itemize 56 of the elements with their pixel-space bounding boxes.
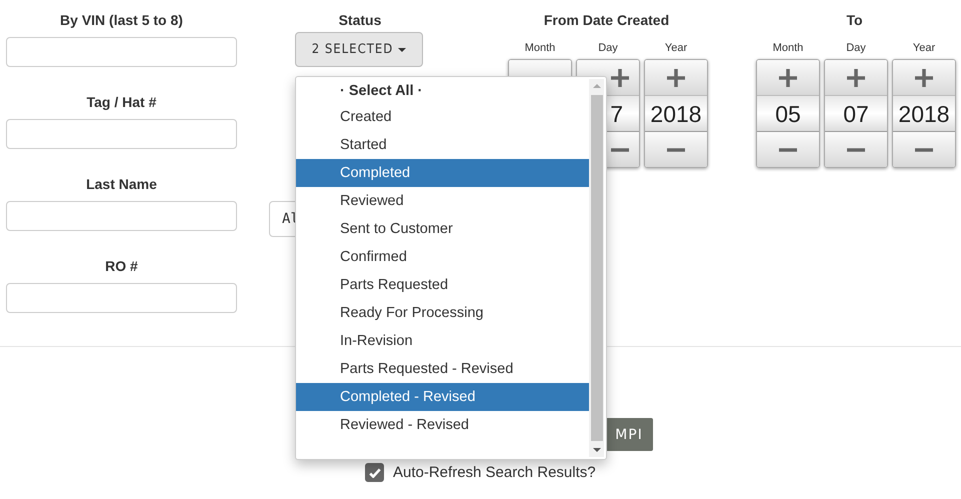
spinner-value: 07: [843, 100, 869, 126]
date-spinner[interactable]: 07: [824, 59, 888, 168]
field-label: Status: [338, 11, 382, 29]
date-spinner[interactable]: 2018: [644, 59, 708, 168]
spinner-value: 2018: [898, 100, 950, 126]
input-field[interactable]: [6, 283, 237, 313]
checkbox-label: Auto-Refresh Search Results?: [393, 464, 596, 481]
dropdown-option[interactable]: In-Revision: [296, 327, 589, 355]
spinner-label: Month: [772, 41, 804, 55]
spinner-value: 7: [610, 100, 623, 126]
status-dropdown-button[interactable]: 2 SELECTED: [295, 32, 423, 67]
plus-icon: [611, 68, 629, 86]
mpi-button[interactable]: MPI: [605, 418, 653, 451]
input-field[interactable]: [6, 201, 237, 231]
dropdown-option[interactable]: Parts Requested - Revised: [296, 355, 589, 383]
plus-icon: [915, 68, 933, 86]
caret-icon: [398, 48, 406, 52]
minus-icon: [847, 148, 865, 152]
scroll-down-icon[interactable]: [592, 448, 600, 452]
date-spinner[interactable]: 05: [756, 59, 820, 168]
minus-icon: [915, 148, 933, 152]
dropdown-option[interactable]: Ready For Processing: [296, 299, 589, 327]
scrollbar[interactable]: [589, 79, 604, 457]
dropdown-option[interactable]: Completed - Revised: [296, 383, 589, 411]
dropdown-option[interactable]: Sent to Customer: [296, 215, 589, 243]
spinner-label: Year: [912, 41, 936, 55]
dropdown-option[interactable]: Reviewed - Revised: [296, 411, 589, 439]
field-label: Last Name: [85, 175, 158, 193]
dropdown-option[interactable]: Confirmed: [296, 243, 589, 271]
scroll-up-icon[interactable]: [592, 84, 600, 88]
minus-icon: [779, 148, 797, 152]
dropdown-option[interactable]: Parts Requested: [296, 271, 589, 299]
field-label: To: [845, 11, 864, 29]
dropdown-option[interactable]: Completed: [296, 159, 589, 187]
minus-icon: [667, 148, 685, 152]
spinner-value: 2018: [650, 100, 702, 126]
spinner-label: Day: [598, 41, 618, 55]
plus-icon: [779, 68, 797, 86]
check-icon: [368, 468, 380, 478]
input-field[interactable]: [6, 119, 237, 149]
minus-icon: [611, 148, 629, 152]
spinner-value: 05: [775, 100, 801, 126]
spinner-label: Day: [846, 41, 866, 55]
spinner-label: Year: [664, 41, 688, 55]
field-label: RO #: [104, 257, 139, 275]
input-field[interactable]: [6, 37, 237, 67]
scrollbar-thumb[interactable]: [590, 95, 602, 441]
spinner-label: Month: [524, 41, 556, 55]
dropdown-option[interactable]: Reviewed: [296, 187, 589, 215]
date-spinner[interactable]: 2018: [892, 59, 956, 168]
plus-icon: [847, 68, 865, 86]
field-label: By VIN (last 5 to 8): [59, 11, 184, 29]
checkbox[interactable]: [365, 463, 384, 482]
field-label: Tag / Hat #: [86, 93, 158, 111]
field-label: From Date Created: [542, 11, 670, 29]
plus-icon: [667, 68, 685, 86]
